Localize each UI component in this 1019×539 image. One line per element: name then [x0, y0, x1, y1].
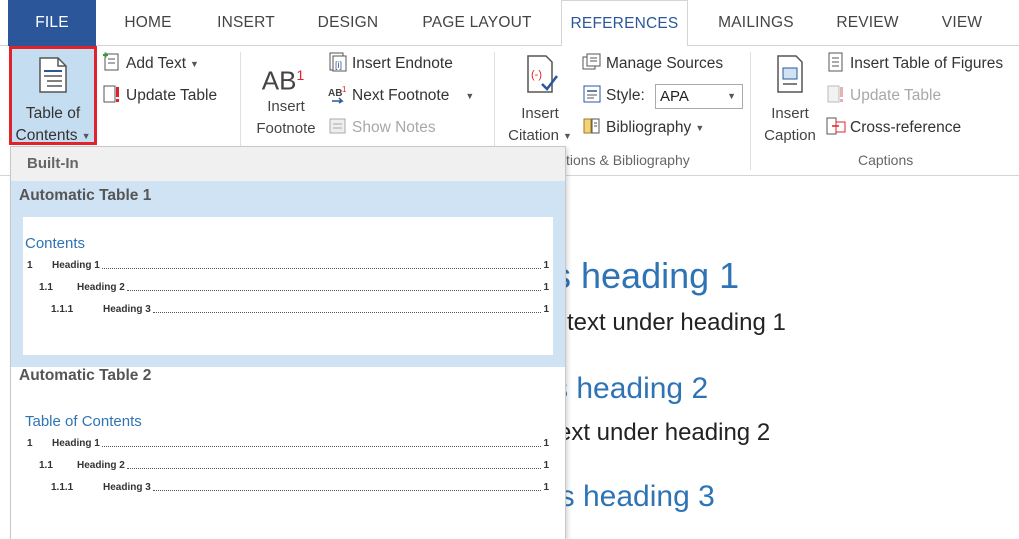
preview-line: 1 Heading 11 [27, 438, 549, 449]
citations-group-label: tions & Bibliography [566, 152, 690, 168]
svg-text:AB: AB [328, 88, 342, 99]
preview-line: 1.1 Heading 21 [39, 282, 549, 293]
tab-view[interactable]: VIEW [930, 0, 994, 46]
tab-references[interactable]: REFERENCES [561, 0, 688, 47]
toc-label-line2: Contents [15, 127, 78, 145]
cross-reference-icon [826, 117, 846, 135]
bibliography-button[interactable]: Bibliography ▼ [582, 114, 704, 142]
next-footnote-icon: AB 1 [328, 85, 347, 104]
svg-text:[i]: [i] [335, 60, 342, 70]
doc-heading-3: is heading 3 [553, 480, 715, 513]
show-notes-button[interactable]: Show Notes [328, 114, 436, 142]
tab-insert[interactable]: INSERT [205, 0, 287, 46]
preview-title: Table of Contents [25, 413, 142, 430]
manage-sources-icon [582, 53, 601, 70]
manage-sources-button[interactable]: Manage Sources [582, 50, 723, 78]
doc-text-1: l text under heading 1 [555, 309, 786, 336]
insert-endnote-icon: [i] [329, 52, 347, 72]
group-separator [750, 52, 751, 170]
insert-caption-icon [777, 55, 803, 93]
table-of-contents-button[interactable]: Table of Contents ▼ [9, 46, 97, 145]
table-of-contents-icon [39, 57, 67, 93]
automatic-table-2-item[interactable]: Automatic Table 2 Table of Contents 1 Hea… [11, 367, 565, 539]
show-notes-icon [329, 118, 346, 134]
toc-preview: Contents 1 Heading 11 1.1 Heading 21 1.1.1… [23, 217, 553, 355]
doc-heading-1: s heading 1 [553, 255, 740, 296]
style-icon [583, 85, 601, 103]
chevron-down-icon: ▼ [190, 59, 199, 69]
style-dropdown[interactable]: APA ▼ [655, 84, 743, 109]
update-table-icon [103, 85, 119, 103]
style-selector: Style: [582, 82, 645, 110]
insert-caption-button[interactable]: Insert Caption [755, 54, 825, 147]
captions-group-label: Captions [858, 152, 914, 168]
update-table-icon [827, 85, 843, 103]
toc-label-line1: Table of [25, 105, 81, 122]
add-text-icon [103, 52, 119, 71]
bibliography-icon [583, 118, 600, 134]
ribbon-tab-bar: FILE HOME INSERT DESIGN PAGE LAYOUT REFE… [0, 0, 1019, 47]
preview-title: Contents [25, 235, 86, 252]
gallery-item-title: Automatic Table 1 [19, 187, 152, 204]
doc-text-2: ext under heading 2 [558, 419, 771, 446]
cross-reference-button[interactable]: Cross-reference [826, 114, 961, 142]
update-table-button[interactable]: Update Table [102, 82, 217, 110]
svg-text:1: 1 [342, 85, 347, 94]
tab-file[interactable]: FILE [8, 0, 96, 46]
tab-mailings[interactable]: MAILINGS [705, 0, 807, 46]
tab-home[interactable]: HOME [112, 0, 184, 46]
svg-text:(-): (-) [531, 69, 542, 81]
gallery-section-header: Built-In [11, 147, 565, 181]
chevron-down-icon: ▼ [81, 131, 91, 141]
add-text-button[interactable]: Add Text ▼ [102, 50, 199, 78]
doc-heading-2: s heading 2 [553, 372, 709, 405]
insert-table-of-figures-button[interactable]: Insert Table of Figures [826, 50, 1003, 78]
chevron-down-icon: ▼ [727, 91, 736, 101]
tab-page-layout[interactable]: PAGE LAYOUT [410, 0, 544, 46]
insert-endnote-button[interactable]: [i] Insert Endnote [328, 50, 453, 78]
insert-citation-icon: (-) [527, 55, 558, 93]
automatic-table-1-item[interactable]: Automatic Table 1 Contents 1 Heading 11 1… [11, 181, 565, 367]
toc-preview: Table of Contents 1 Heading 11 1.1 Heading… [23, 395, 553, 535]
chevron-down-icon: ▼ [695, 123, 705, 133]
next-footnote-button[interactable]: AB 1 Next Footnote ▼ [328, 82, 474, 110]
update-table-figures-button[interactable]: Update Table [826, 82, 941, 110]
table-of-figures-icon [828, 52, 843, 72]
preview-line: 1 Heading 11 [27, 260, 549, 271]
chevron-down-icon: ▼ [562, 131, 572, 142]
preview-line: 1.1 Heading 21 [39, 460, 549, 471]
preview-line: 1.1.1 Heading 31 [51, 482, 549, 493]
gallery-item-title: Automatic Table 2 [19, 367, 152, 384]
chevron-down-icon: ▼ [465, 91, 475, 101]
insert-footnote-button[interactable]: AB1 Insert Footnote [246, 54, 326, 140]
toc-gallery-dropdown: Built-In Automatic Table 1 Contents 1 Hea… [10, 146, 566, 539]
tab-review[interactable]: REVIEW [825, 0, 910, 46]
insert-citation-button[interactable]: (-) Insert Citation ▼ [500, 54, 580, 147]
preview-line: 1.1.1 Heading 31 [51, 304, 549, 315]
tab-design[interactable]: DESIGN [307, 0, 389, 46]
footnote-icon: AB1 [261, 65, 305, 96]
